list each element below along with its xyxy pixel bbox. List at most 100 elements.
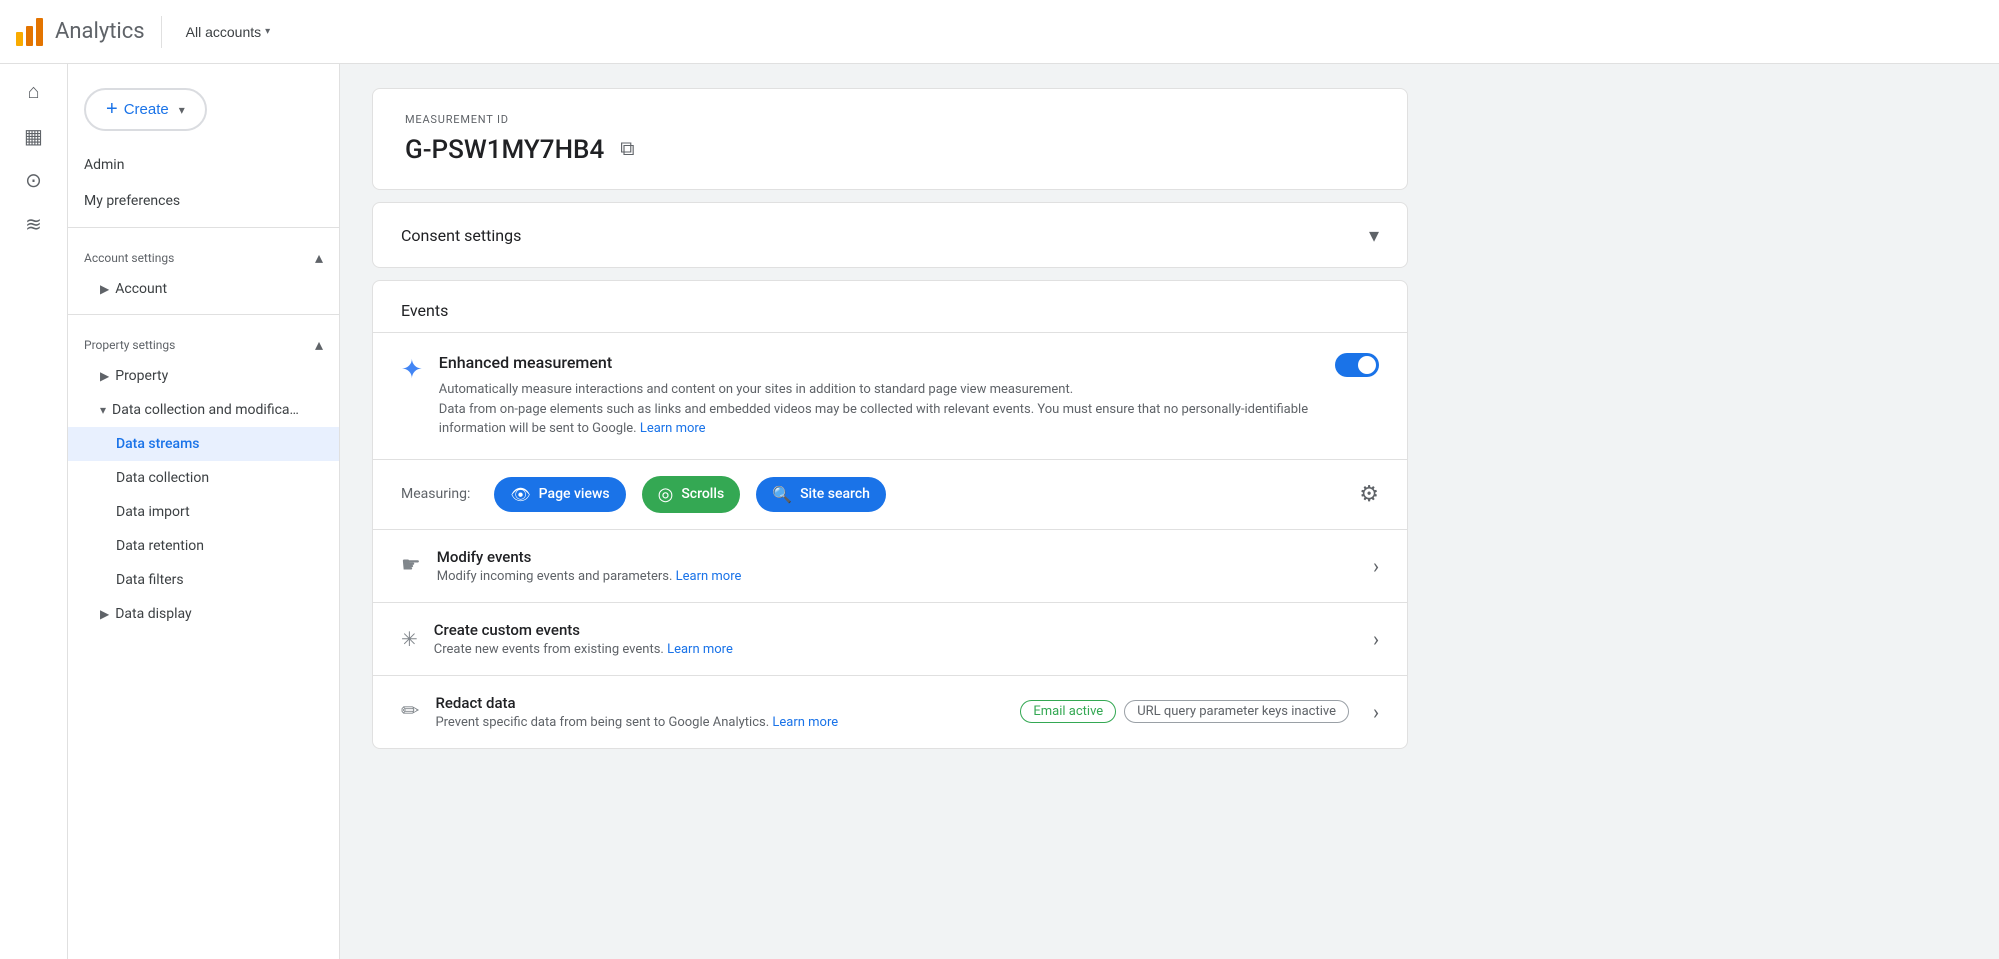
- toggle-slider: [1335, 353, 1379, 377]
- property-settings-label: Property settings: [84, 338, 175, 352]
- app-title: Analytics: [55, 19, 145, 44]
- redact-data-content: Redact data Prevent specific data from b…: [435, 694, 1004, 730]
- measuring-row: Measuring: 👁 Page views ◎ Scrolls 🔍 Site…: [373, 460, 1407, 530]
- create-custom-events-desc-text: Create new events from existing events.: [434, 642, 664, 657]
- page-views-chip[interactable]: 👁 Page views: [494, 477, 625, 512]
- logo-bar-2: [26, 26, 33, 46]
- redact-data-desc: Prevent specific data from being sent to…: [435, 715, 1004, 730]
- modify-events-title: Modify events: [437, 548, 1349, 566]
- create-custom-events-desc: Create new events from existing events. …: [434, 642, 1349, 657]
- measurement-id-value: G-PSW1MY7HB4: [405, 135, 604, 165]
- sidebar-item-data-collection[interactable]: Data collection: [68, 461, 339, 495]
- copy-icon: ⧉: [620, 138, 634, 160]
- sidebar-item-property[interactable]: ▶ Property: [68, 359, 339, 393]
- expand-icon: ▶: [100, 607, 109, 621]
- property-label: Property: [115, 368, 168, 384]
- logo-bar-3: [36, 18, 43, 46]
- modify-events-row[interactable]: ☛ Modify events Modify incoming events a…: [373, 530, 1407, 603]
- modify-events-icon: ☛: [401, 553, 421, 578]
- sparkle-icon: ✦: [401, 355, 423, 385]
- enhanced-measurement-content: Enhanced measurement Automatically measu…: [439, 353, 1319, 439]
- modify-events-desc-text: Modify incoming events and parameters.: [437, 569, 673, 584]
- sidebar-item-data-import[interactable]: Data import: [68, 495, 339, 529]
- dropdown-icon: ▾: [179, 103, 185, 117]
- modify-events-chevron-icon: ›: [1373, 554, 1379, 578]
- copy-button[interactable]: ⧉: [616, 134, 638, 165]
- account-settings-header: Account settings ▴: [68, 236, 339, 272]
- redact-data-badges: Email active URL query parameter keys in…: [1020, 700, 1349, 723]
- sidebar-item-admin[interactable]: Admin: [68, 147, 339, 183]
- data-retention-label: Data retention: [116, 538, 204, 554]
- create-custom-events-row[interactable]: ✳ Create custom events Create new events…: [373, 603, 1407, 676]
- scrolls-chip[interactable]: ◎ Scrolls: [642, 476, 741, 513]
- enhanced-measurement-title: Enhanced measurement: [439, 353, 1319, 372]
- account-label: Account: [115, 281, 167, 297]
- eye-icon: 👁: [510, 485, 530, 504]
- measuring-gear-button[interactable]: ⚙: [1359, 481, 1379, 507]
- enhanced-measurement-description: Automatically measure interactions and c…: [439, 380, 1319, 439]
- url-query-inactive-badge: URL query parameter keys inactive: [1124, 700, 1349, 723]
- data-streams-label: Data streams: [116, 436, 200, 452]
- content-inner: MEASUREMENT ID G-PSW1MY7HB4 ⧉ Consent se…: [340, 64, 1440, 785]
- redact-data-icon: ✏: [401, 699, 419, 724]
- events-card: Events ✦ Enhanced measurement Automatica…: [372, 280, 1408, 749]
- sidebar-icons: ⌂ ▦ ⊙ ≋: [0, 64, 68, 959]
- sidebar-item-data-display[interactable]: ▶ Data display: [68, 597, 339, 631]
- data-filters-label: Data filters: [116, 572, 184, 588]
- redact-data-chevron-icon: ›: [1373, 700, 1379, 724]
- create-custom-events-icon: ✳: [401, 627, 418, 651]
- redact-data-row[interactable]: ✏ Redact data Prevent specific data from…: [373, 676, 1407, 748]
- redact-data-learn-more-link[interactable]: Learn more: [772, 715, 838, 730]
- create-button[interactable]: + Create ▾: [84, 88, 207, 131]
- divider: [68, 314, 339, 315]
- enhanced-measurement-top: ✦ Enhanced measurement Automatically mea…: [401, 353, 1379, 439]
- data-display-label: Data display: [115, 606, 191, 622]
- logo-area: Analytics: [16, 18, 145, 46]
- enhanced-measurement-toggle[interactable]: [1335, 353, 1379, 377]
- sidebar-item-account[interactable]: ▶ Account: [68, 272, 339, 306]
- consent-settings-card[interactable]: Consent settings ▾: [372, 202, 1408, 268]
- account-settings-label: Account settings: [84, 251, 174, 265]
- redact-data-title: Redact data: [435, 694, 1004, 712]
- layout: ⌂ ▦ ⊙ ≋ + Create ▾ Admin My preferences …: [0, 0, 1999, 959]
- consent-settings-chevron-icon: ▾: [1369, 223, 1379, 247]
- create-custom-events-learn-more-link[interactable]: Learn more: [667, 642, 733, 657]
- search-chip-icon: 🔍: [772, 485, 792, 504]
- property-settings-collapse[interactable]: ▴: [315, 335, 323, 355]
- reports-icon-button[interactable]: ▦: [14, 116, 54, 156]
- expand-icon: ▾: [100, 403, 106, 417]
- create-custom-events-chevron-icon: ›: [1373, 627, 1379, 651]
- measuring-label: Measuring:: [401, 486, 470, 502]
- main-content: MEASUREMENT ID G-PSW1MY7HB4 ⧉ Consent se…: [340, 64, 1999, 959]
- chevron-down-icon: ▾: [265, 26, 270, 37]
- measurement-id-card: MEASUREMENT ID G-PSW1MY7HB4 ⧉: [372, 88, 1408, 190]
- sidebar-item-data-collection-modification[interactable]: ▾ Data collection and modifica…: [68, 393, 339, 427]
- divider: [68, 227, 339, 228]
- sidebar-item-data-retention[interactable]: Data retention: [68, 529, 339, 563]
- site-search-chip[interactable]: 🔍 Site search: [756, 477, 886, 512]
- sidebar-item-data-filters[interactable]: Data filters: [68, 563, 339, 597]
- data-import-label: Data import: [116, 504, 190, 520]
- em-desc-text: Automatically measure interactions and c…: [439, 382, 1073, 397]
- explore-icon-button[interactable]: ⊙: [14, 160, 54, 200]
- data-collection-label: Data collection and modifica…: [112, 402, 299, 418]
- home-icon-button[interactable]: ⌂: [14, 72, 54, 112]
- scrolls-label: Scrolls: [681, 486, 724, 502]
- my-preferences-label: My preferences: [84, 193, 180, 209]
- sidebar-nav: + Create ▾ Admin My preferences Account …: [68, 64, 339, 647]
- em-desc-text2: Data from on-page elements such as links…: [439, 402, 1308, 437]
- page-views-label: Page views: [539, 486, 610, 502]
- logo-bar-1: [16, 32, 23, 46]
- all-accounts-button[interactable]: All accounts ▾: [178, 20, 279, 44]
- sidebar-item-data-streams[interactable]: Data streams: [68, 427, 339, 461]
- modify-events-learn-more-link[interactable]: Learn more: [676, 569, 742, 584]
- account-settings-collapse[interactable]: ▴: [315, 248, 323, 268]
- admin-label: Admin: [84, 157, 124, 173]
- em-learn-more-link[interactable]: Learn more: [640, 421, 706, 436]
- advertising-icon-button[interactable]: ≋: [14, 204, 54, 244]
- sidebar-item-my-preferences[interactable]: My preferences: [68, 183, 339, 219]
- gear-icon: ⚙: [1359, 481, 1379, 506]
- divider: [161, 16, 162, 48]
- consent-settings-title: Consent settings: [401, 226, 521, 245]
- events-header: Events: [373, 281, 1407, 333]
